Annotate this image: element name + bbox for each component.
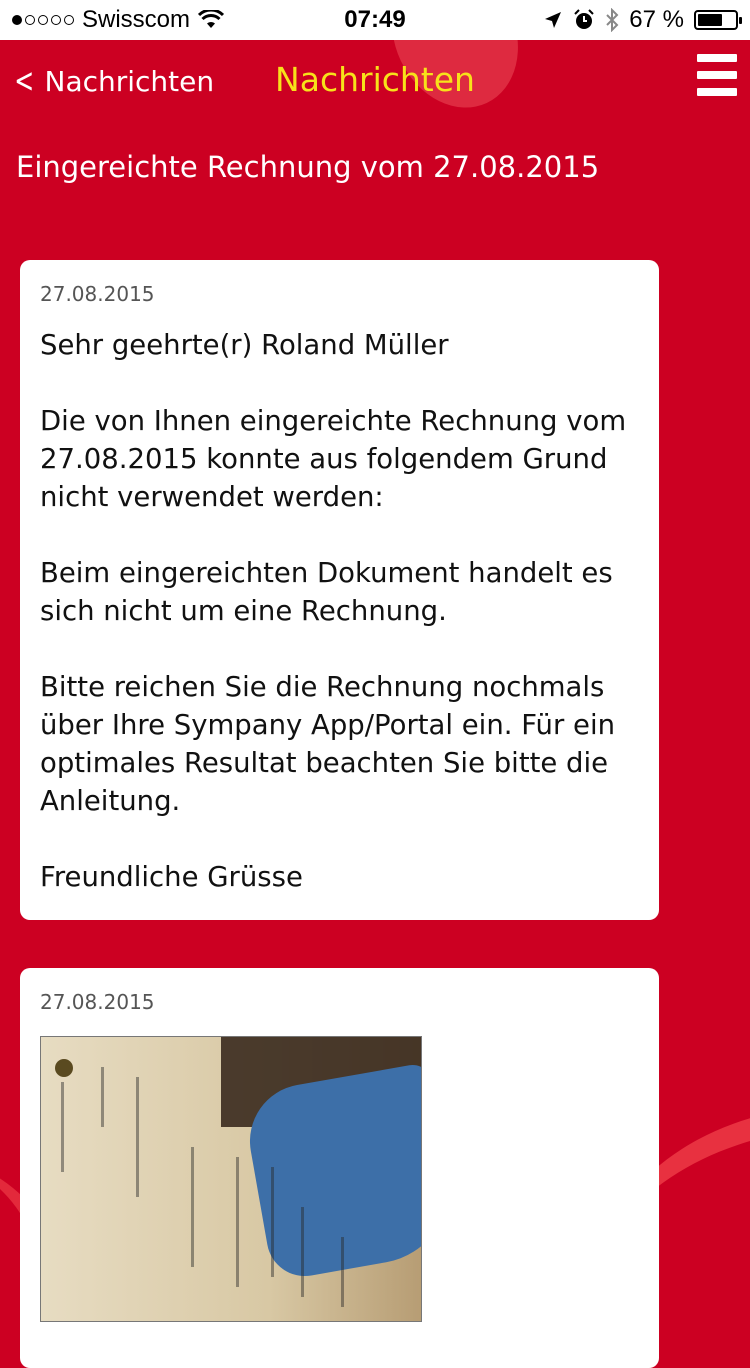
message-card: 27.08.2015 Sehr geehrte(r) Roland Müller… xyxy=(20,260,659,920)
alarm-clock-icon xyxy=(574,9,595,29)
message-paragraph: Beim eingereichten Dokument handelt es s… xyxy=(40,557,613,627)
bluetooth-icon xyxy=(606,8,619,32)
message-date: 27.08.2015 xyxy=(40,990,155,1014)
message-date: 27.08.2015 xyxy=(40,282,155,306)
message-card: 27.08.2015 xyxy=(20,968,659,1368)
message-paragraph: Bitte reichen Sie die Rechnung nochmals … xyxy=(40,671,616,817)
status-bar: Swisscom 07:49 67 % xyxy=(0,0,750,40)
hamburger-menu-icon[interactable] xyxy=(697,54,737,96)
document-photo[interactable] xyxy=(40,1036,422,1322)
status-right: 67 % xyxy=(543,6,742,34)
hospital-logo-icon xyxy=(55,1059,73,1077)
message-paragraph: Sehr geehrte(r) Roland Müller xyxy=(40,329,449,361)
page-title: Eingereichte Rechnung vom 27.08.2015 xyxy=(16,150,600,184)
battery-percent: 67 % xyxy=(629,6,684,33)
navigation-bar: < Nachrichten Nachrichten xyxy=(0,40,750,130)
nav-title: Nachrichten xyxy=(275,60,475,99)
message-body: Sehr geehrte(r) Roland Müller Die von Ih… xyxy=(40,326,639,896)
message-paragraph: Die von Ihnen eingereichte Rechnung vom … xyxy=(40,405,627,513)
battery-icon xyxy=(694,10,742,30)
location-arrow-icon xyxy=(545,12,562,28)
message-paragraph: Freundliche Grüsse xyxy=(40,861,303,893)
battery-level xyxy=(698,14,723,26)
